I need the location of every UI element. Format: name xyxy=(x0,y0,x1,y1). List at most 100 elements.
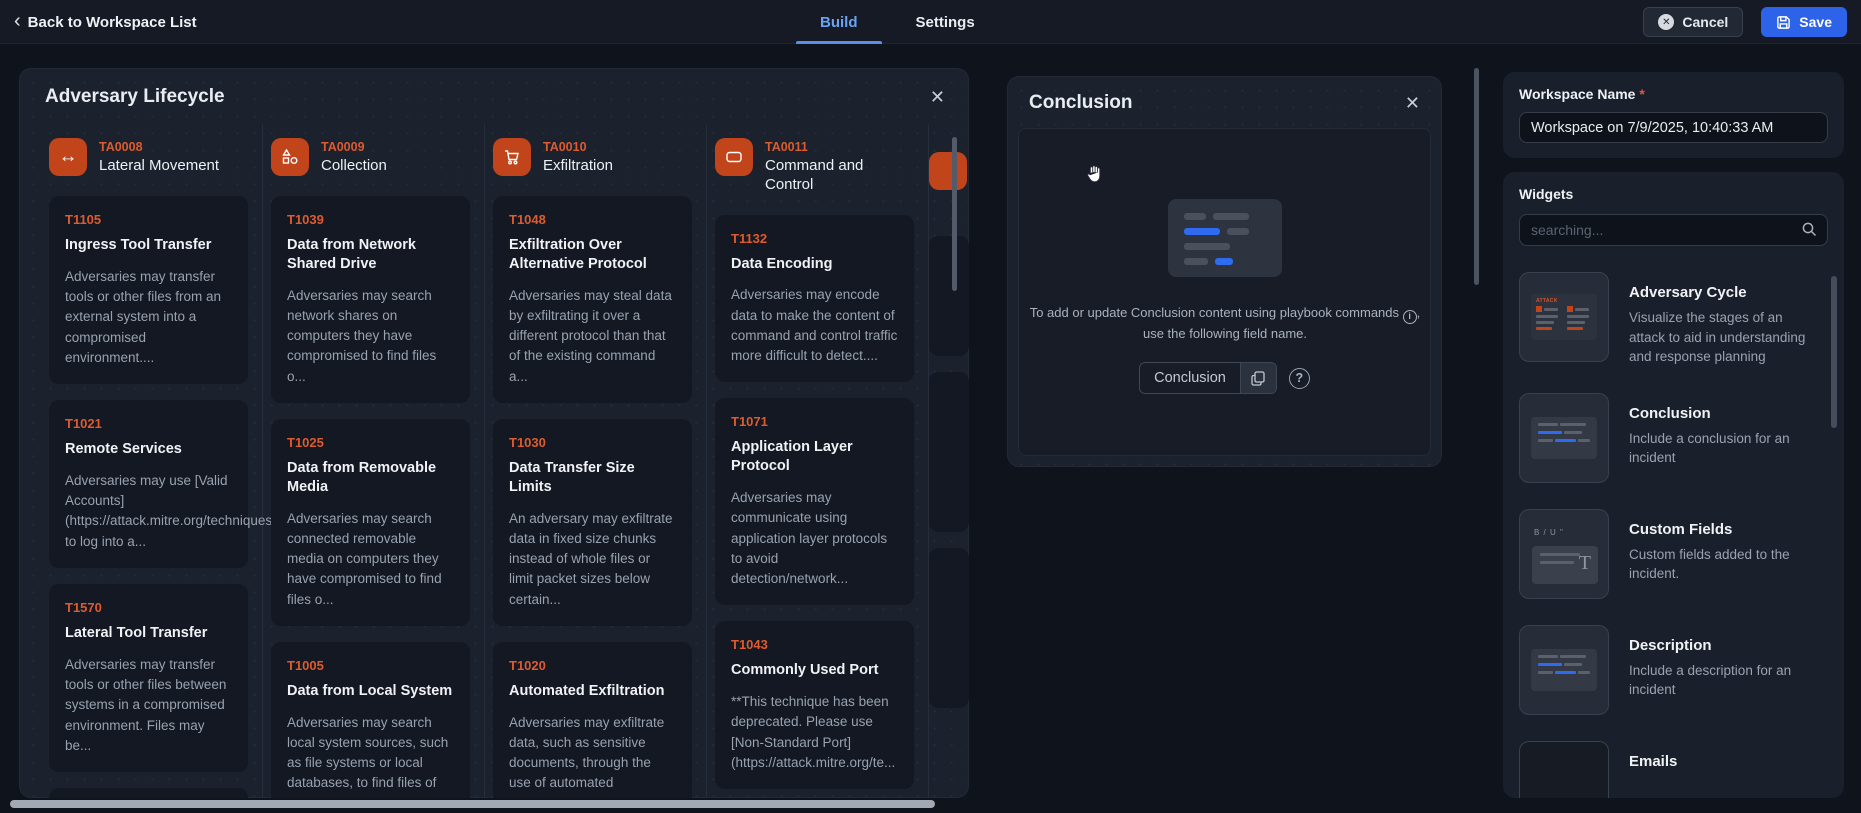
custom-fields-thumbnail: B / U " T xyxy=(1519,508,1609,599)
widget-item-emails[interactable]: Emails xyxy=(1519,740,1828,798)
technique-id: T1020 xyxy=(509,657,546,673)
technique-card-partial xyxy=(929,236,969,356)
required-asterisk: * xyxy=(1639,86,1645,102)
technique-card[interactable]: T1005 Data from Local System Adversaries… xyxy=(271,641,470,798)
widget-item-description[interactable]: Description Include a description for an… xyxy=(1519,624,1828,715)
tactic-id: TA0011 xyxy=(765,140,808,154)
technique-card[interactable]: T1025 Data from Removable Media Adversar… xyxy=(271,418,470,626)
hint-prefix: To add or update Conclusion content usin… xyxy=(1029,305,1400,320)
cancel-button[interactable]: ✕ Cancel xyxy=(1643,7,1744,37)
technique-card[interactable]: T1020 Automated Exfiltration Adversaries… xyxy=(493,641,692,798)
cancel-circle-x-icon: ✕ xyxy=(1658,14,1675,30)
technique-desc: Adversaries may transfer tools or other … xyxy=(65,268,222,365)
technique-desc: Adversaries may search local system sour… xyxy=(287,714,449,798)
workspace-name-label-text: Workspace Name xyxy=(1519,86,1636,102)
technique-card-partial xyxy=(929,548,969,708)
tactic-column-partial xyxy=(929,124,969,798)
technique-id: T1570 xyxy=(65,599,102,615)
technique-title: Application Layer Protocol xyxy=(731,439,853,475)
emails-thumbnail xyxy=(1519,740,1609,798)
back-to-workspace-list-link[interactable]: ‹ Back to Workspace List xyxy=(14,0,197,44)
build-settings-tabs: Build Settings xyxy=(796,0,975,44)
widget-item-adversary-cycle[interactable]: ATTACK Adversary Cycle Visualize the sta… xyxy=(1519,272,1828,367)
widget-desc: Visualize the stages of an attack to aid… xyxy=(1629,310,1806,365)
lifecycle-scrollbar[interactable] xyxy=(952,137,957,291)
technique-id: T1025 xyxy=(287,434,324,450)
technique-id: T1048 xyxy=(509,212,546,227)
close-icon[interactable]: ✕ xyxy=(1405,94,1420,112)
save-button-label: Save xyxy=(1799,14,1832,30)
technique-title: Automated Exfiltration xyxy=(509,682,665,699)
field-name-chip: Conclusion xyxy=(1139,362,1277,395)
conclusion-dropzone[interactable]: To add or update Conclusion content usin… xyxy=(1018,128,1431,456)
tactic-column-command-and-control: TA0011 Command and Control T1132 Data En… xyxy=(707,124,929,798)
save-floppy-icon xyxy=(1776,15,1791,30)
technique-card[interactable]: T1043 Commonly Used Port **This techniqu… xyxy=(715,621,914,790)
technique-card[interactable]: T1021 Remote Services Adversaries may us… xyxy=(49,400,319,568)
help-icon[interactable]: ? xyxy=(1288,367,1310,389)
chevron-left-icon: ‹ xyxy=(14,9,21,32)
tactic-column-lateral-movement: ↔ TA0008 Lateral Movement T1105 Ingress … xyxy=(41,124,319,798)
technique-id: T1021 xyxy=(65,416,102,432)
widget-item-custom-fields[interactable]: B / U " T Custom Fields Custom fields ad… xyxy=(1519,508,1828,599)
technique-card[interactable]: T1563 Remote Service Session xyxy=(49,788,248,798)
thumbnail-attack-label: ATTACK xyxy=(1536,298,1558,304)
field-name-value: Conclusion xyxy=(1154,370,1226,387)
workspace-name-input[interactable] xyxy=(1519,112,1828,143)
technique-title: Commonly Used Port xyxy=(731,662,879,679)
technique-title: Lateral Tool Transfer xyxy=(65,624,208,641)
copy-button[interactable] xyxy=(1239,363,1276,394)
technique-card[interactable]: T1030 Data Transfer Size Limits An adver… xyxy=(493,418,692,626)
tab-settings[interactable]: Settings xyxy=(916,0,975,44)
widget-item-conclusion[interactable]: Conclusion Include a conclusion for an i… xyxy=(1519,392,1828,483)
widget-search-input[interactable] xyxy=(1519,214,1828,246)
close-icon[interactable]: ✕ xyxy=(930,88,945,106)
technique-desc: Adversaries may exfiltrate data, such as… xyxy=(509,714,665,798)
technique-desc: Adversaries may steal data by exfiltrati… xyxy=(509,287,672,384)
lateral-movement-icon: ↔ xyxy=(49,138,87,176)
save-button[interactable]: Save xyxy=(1761,7,1847,37)
technique-card[interactable]: T1048 Exfiltration Over Alternative Prot… xyxy=(493,196,692,403)
technique-desc: Adversaries may transfer tools or other … xyxy=(65,656,227,753)
widget-title: Custom Fields xyxy=(1629,520,1733,538)
tab-build-label: Build xyxy=(820,13,858,31)
tactic-columns: ↔ TA0008 Lateral Movement T1105 Ingress … xyxy=(19,114,969,798)
widget-title: Emails xyxy=(1629,752,1678,770)
cancel-button-label: Cancel xyxy=(1682,14,1729,30)
tactic-name: Command and Control xyxy=(765,157,864,193)
technique-desc: Adversaries may use [Valid Accounts] (ht… xyxy=(65,472,319,549)
technique-card[interactable]: T1071 Application Layer Protocol Adversa… xyxy=(715,398,914,606)
technique-desc: An adversary may exfiltrate data in fixe… xyxy=(509,510,673,607)
back-link-label: Back to Workspace List xyxy=(27,13,197,31)
widgets-scrollbar[interactable] xyxy=(1831,276,1837,428)
widget-title: Adversary Cycle xyxy=(1629,284,1747,301)
technique-id: T1043 xyxy=(731,637,768,653)
tab-build[interactable]: Build xyxy=(796,0,881,44)
widget-title: Conclusion xyxy=(1629,404,1711,422)
technique-title: Data Transfer Size Limits xyxy=(509,459,635,495)
tactic-column-collection: TA0009 Collection T1039 Data from Networ… xyxy=(263,124,485,798)
technique-card[interactable]: T1570 Lateral Tool Transfer Adversaries … xyxy=(49,583,248,773)
technique-card[interactable]: T1039 Data from Network Shared Drive Adv… xyxy=(271,196,470,403)
technique-id: T1071 xyxy=(731,414,768,430)
thumbnail-letter-T: T xyxy=(1578,551,1591,574)
info-icon: i xyxy=(1402,309,1417,324)
technique-card[interactable]: T1132 Data Encoding Adversaries may enco… xyxy=(715,214,914,383)
adversary-lifecycle-panel: Adversary Lifecycle ✕ ↔ TA0008 Lateral M… xyxy=(19,68,969,798)
tactic-id: TA0008 xyxy=(99,140,143,154)
canvas-vertical-scrollbar[interactable] xyxy=(1474,68,1479,285)
hand-cursor-icon xyxy=(1083,163,1105,185)
tactic-name: Lateral Movement xyxy=(99,157,220,174)
topbar-actions: ✕ Cancel Save xyxy=(1643,7,1847,37)
technique-title: Exfiltration Over Alternative Protocol xyxy=(509,237,647,272)
technique-id: T1105 xyxy=(65,212,102,227)
technique-title: Data from Network Shared Drive xyxy=(287,237,416,272)
technique-card[interactable]: T1105 Ingress Tool Transfer Adversaries … xyxy=(49,196,248,385)
tactic-icon-partial xyxy=(929,152,967,190)
technique-desc: Adversaries may encode data to make the … xyxy=(731,287,898,364)
conclusion-panel: Conclusion ✕ To add or update Conclusion… xyxy=(1007,76,1442,467)
technique-id: T1132 xyxy=(731,230,768,246)
conclusion-thumbnail xyxy=(1519,392,1609,483)
canvas-horizontal-scrollbar[interactable] xyxy=(10,800,935,808)
collection-shapes-icon xyxy=(271,138,309,176)
